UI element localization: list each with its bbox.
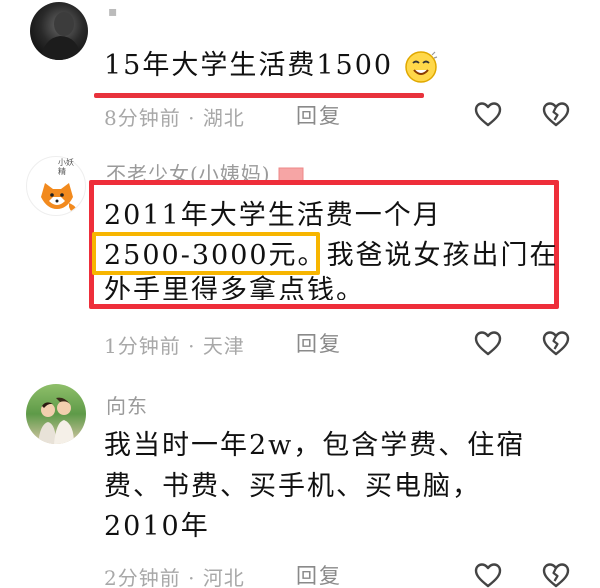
dislike-button[interactable] [541,328,571,358]
family-photo-icon [38,397,74,444]
reply-button[interactable]: 回复 [296,328,342,358]
comment-text-line-3: 2010年 [104,511,210,542]
highlighted-amount: 2500-3000元。 [104,240,327,271]
heart-outline-icon [474,102,502,127]
comment-text-rest: 我爸说女孩出门在 [326,240,559,271]
comment-text-line-2: 费、书费、买手机、买电脑， [104,471,481,502]
comment-text-line-2: 2500-3000元。我爸说女孩出门在 [104,236,559,276]
comment-text-line-1: 我当时一年2w，包含学费、住宿 [104,430,526,461]
heart-outline-icon [474,331,502,356]
separator: · [188,106,196,130]
broken-heart-icon [542,563,570,588]
comment-meta: 2分钟前 · 河北 [104,562,245,588]
comment-text-content: 15年大学生活费1500 [104,50,394,81]
heart-outline-icon [474,563,502,588]
dislike-button[interactable] [541,99,571,129]
smiley-emoji-icon [404,50,437,83]
comment-2: 小妖精 不老少女(小姨妈) 2011年大学生活费一个月 2500-3000元。我… [0,148,600,368]
avatar-photo-icon [40,12,82,60]
avatar[interactable] [26,384,86,444]
red-underline-highlight [94,93,424,98]
reply-button[interactable]: 回复 [296,560,342,588]
comment-text-line-1: 2011年大学生活费一个月 [104,200,442,231]
username[interactable]: ▪ [108,4,119,20]
location: 湖北 [202,106,245,130]
comment-text-line-3: 外手里得多拿点钱。 [104,275,365,300]
comment-1: ▪ 15年大学生活费1500 8分钟前 · 湖北 回复 [0,0,600,140]
like-button[interactable] [473,560,503,588]
timestamp: 8分钟前 [104,106,181,130]
timestamp: 1分钟前 [104,334,181,358]
like-button[interactable] [473,99,503,129]
timestamp: 2分钟前 [104,566,181,588]
comment-meta: 8分钟前 · 湖北 [104,102,245,131]
broken-heart-icon [542,102,570,127]
username[interactable]: 向东 [106,390,148,419]
location: 天津 [202,334,245,358]
separator: · [188,334,196,358]
comment-text: 15年大学生活费1500 [104,46,438,86]
location: 河北 [202,566,245,588]
avatar[interactable] [30,2,88,60]
separator: · [188,566,196,588]
reply-button[interactable]: 回复 [296,100,342,130]
broken-heart-icon [542,331,570,356]
dislike-button[interactable] [541,560,571,588]
comment-meta: 1分钟前 · 天津 [104,330,245,359]
comment-3: 向东 我当时一年2w，包含学费、住宿 费、书费、买手机、买电脑， 2010年 2… [0,380,600,588]
like-button[interactable] [473,328,503,358]
avatar-label: 小妖精 [58,158,74,176]
